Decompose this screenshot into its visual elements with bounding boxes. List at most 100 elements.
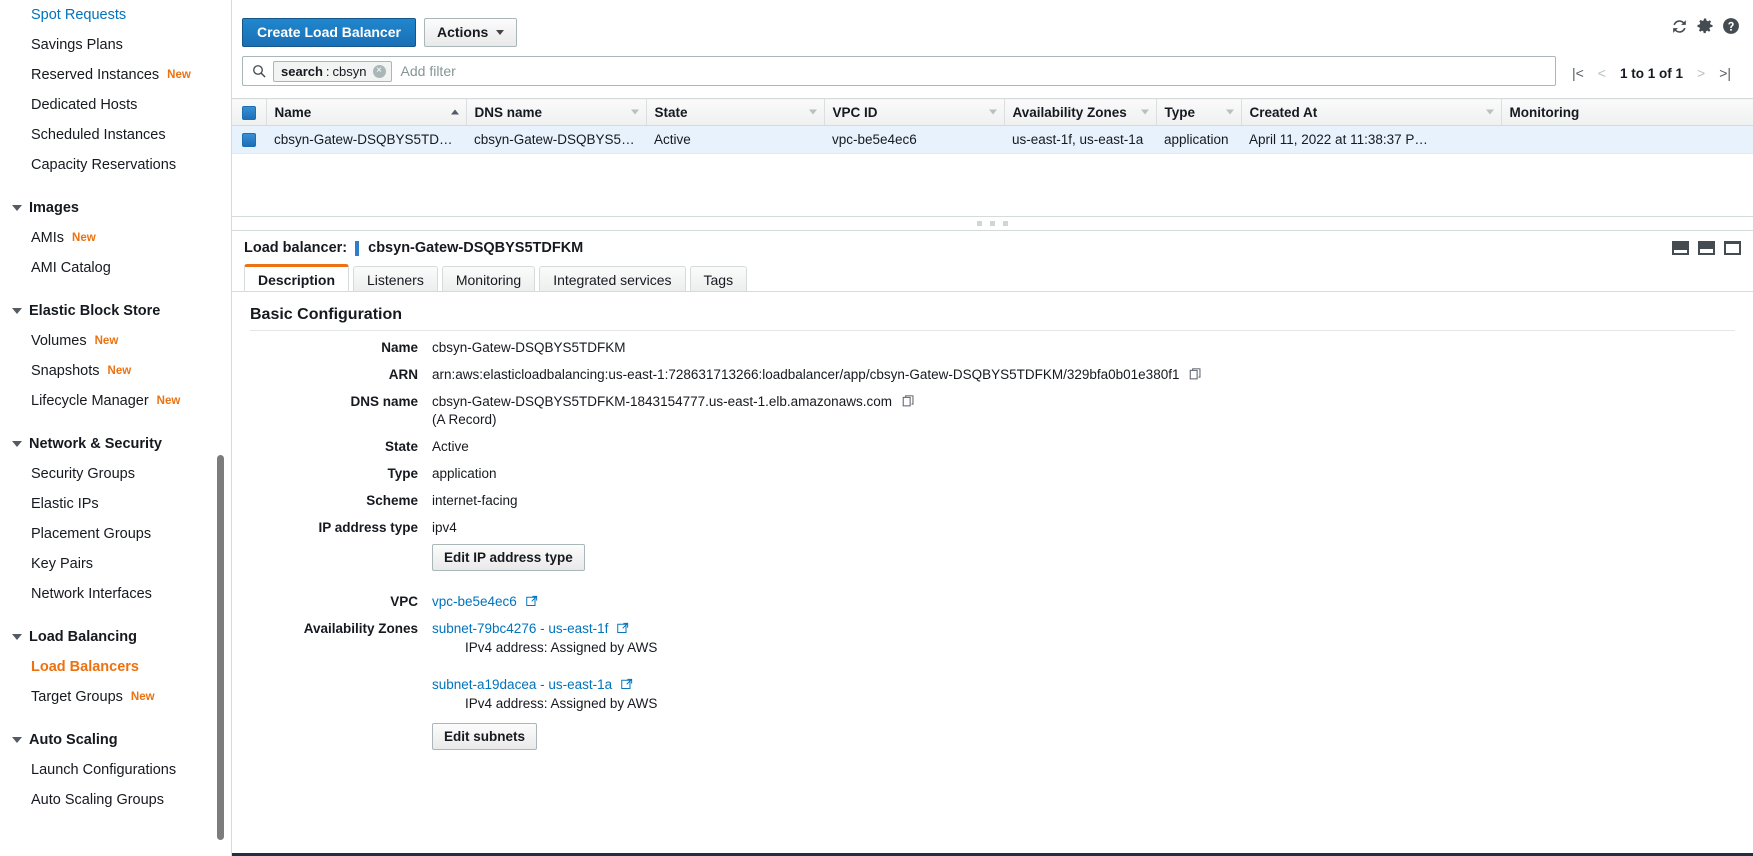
column-header-label: Availability Zones bbox=[1012, 104, 1127, 120]
column-header-availability-zones[interactable]: Availability Zones bbox=[1003, 98, 1156, 126]
refresh-icon[interactable] bbox=[1670, 17, 1689, 36]
copy-icon[interactable] bbox=[902, 394, 915, 408]
field-label-vpc: VPC bbox=[390, 594, 418, 609]
actions-button[interactable]: Actions bbox=[423, 17, 518, 47]
sidebar-item-elastic-ips[interactable]: Elastic IPs bbox=[0, 489, 231, 519]
sidebar-item-placement-groups[interactable]: Placement Groups bbox=[0, 519, 231, 549]
subnet-link-2[interactable]: subnet-a19dacea - us-east-1a bbox=[432, 677, 612, 692]
column-header-type[interactable]: Type bbox=[1155, 98, 1241, 126]
sidebar-group-elastic-block-store[interactable]: Elastic Block Store bbox=[0, 296, 231, 326]
sidebar-item-key-pairs[interactable]: Key Pairs bbox=[0, 549, 231, 579]
table-row[interactable]: cbsyn-Gatew-DSQBYS5TDF… cbsyn-Gatew-DSQBY… bbox=[232, 125, 1753, 154]
sidebar-group-label: Load Balancing bbox=[29, 629, 137, 645]
cell-vpc: vpc-be5e4ec6 bbox=[824, 125, 1004, 154]
external-link-icon[interactable] bbox=[617, 622, 629, 634]
tab-tags[interactable]: Tags bbox=[689, 266, 748, 292]
sidebar-group-label: Elastic Block Store bbox=[29, 303, 161, 319]
sort-descending-icon[interactable] bbox=[808, 109, 817, 115]
sidebar-item-label: Reserved Instances bbox=[31, 67, 160, 83]
sidebar-item-target-groups[interactable]: Target Groups New bbox=[0, 682, 231, 712]
vpc-link[interactable]: vpc-be5e4ec6 bbox=[432, 594, 517, 609]
sort-descending-icon[interactable] bbox=[1485, 109, 1494, 115]
sidebar-item-amis[interactable]: AMIs New bbox=[0, 223, 231, 253]
cell-azs: us-east-1f, us-east-1a bbox=[1004, 125, 1156, 154]
sidebar-item-lifecycle-manager[interactable]: Lifecycle Manager New bbox=[0, 386, 231, 416]
column-header-vpc-id[interactable]: VPC ID bbox=[823, 98, 1004, 126]
edit-subnets-button[interactable]: Edit subnets bbox=[432, 723, 538, 750]
sidebar-group-images[interactable]: Images bbox=[0, 193, 231, 223]
pagination-first-button[interactable]: |< bbox=[1572, 65, 1584, 81]
pagination-last-button[interactable]: >| bbox=[1719, 65, 1731, 81]
sidebar-item-dedicated-hosts[interactable]: Dedicated Hosts bbox=[0, 90, 231, 120]
help-icon[interactable] bbox=[1721, 16, 1741, 36]
pagination-prev-button[interactable]: < bbox=[1598, 65, 1606, 81]
column-header-dns-name[interactable]: DNS name bbox=[465, 98, 646, 126]
pagination: |< < 1 to 1 of 1 > >| bbox=[1556, 56, 1743, 90]
caret-down-icon bbox=[12, 441, 22, 447]
sidebar-scrollbar-thumb[interactable] bbox=[217, 455, 224, 840]
sort-ascending-icon[interactable] bbox=[450, 109, 459, 115]
gear-icon[interactable] bbox=[1695, 16, 1715, 36]
sidebar-item-security-groups[interactable]: Security Groups bbox=[0, 459, 231, 489]
sort-descending-icon[interactable] bbox=[1225, 109, 1234, 115]
search-filter-input[interactable]: search : cbsyn × Add filter bbox=[242, 56, 1556, 86]
external-link-icon[interactable] bbox=[621, 678, 633, 690]
panel-bottom-medium-icon[interactable] bbox=[1698, 241, 1715, 255]
search-icon bbox=[253, 65, 266, 78]
column-header-created-at[interactable]: Created At bbox=[1240, 98, 1501, 126]
filter-token-key: search bbox=[281, 63, 323, 79]
column-header-monitoring[interactable]: Monitoring bbox=[1500, 98, 1753, 126]
filter-token-search[interactable]: search : cbsyn × bbox=[273, 60, 392, 82]
sort-descending-icon[interactable] bbox=[1140, 109, 1149, 115]
resize-dot-icon bbox=[1003, 221, 1008, 226]
sidebar-item-capacity-reservations[interactable]: Capacity Reservations bbox=[0, 150, 231, 180]
sidebar-item-reserved-instances[interactable]: Reserved Instances New bbox=[0, 60, 231, 90]
panel-bottom-large-icon[interactable] bbox=[1724, 241, 1741, 255]
copy-icon[interactable] bbox=[1189, 367, 1202, 381]
new-badge: New bbox=[130, 691, 155, 703]
table-body: cbsyn-Gatew-DSQBYS5TDF… cbsyn-Gatew-DSQBY… bbox=[232, 125, 1753, 154]
tab-monitoring[interactable]: Monitoring bbox=[441, 266, 536, 292]
field-label-name: Name bbox=[381, 340, 418, 355]
subnet-2-ipv4: IPv4 address: Assigned by AWS bbox=[465, 696, 658, 711]
sidebar-group-auto-scaling[interactable]: Auto Scaling bbox=[0, 725, 231, 755]
sidebar-item-spot-requests[interactable]: Spot Requests bbox=[0, 0, 231, 30]
sort-descending-icon[interactable] bbox=[988, 109, 997, 115]
row-checkbox[interactable] bbox=[242, 133, 256, 148]
subnet-link-1[interactable]: subnet-79bc4276 - us-east-1f bbox=[432, 621, 608, 636]
edit-ip-address-type-button[interactable]: Edit IP address type bbox=[432, 544, 585, 571]
panel-bottom-small-icon[interactable] bbox=[1672, 241, 1689, 255]
select-all-checkbox[interactable] bbox=[241, 105, 256, 120]
field-value-scheme: internet-facing bbox=[432, 493, 518, 508]
sidebar-item-label: Spot Requests bbox=[31, 7, 127, 23]
sidebar-item-snapshots[interactable]: Snapshots New bbox=[0, 356, 231, 386]
close-icon[interactable]: × bbox=[372, 64, 386, 78]
tab-description[interactable]: Description bbox=[244, 264, 350, 292]
sidebar-item-auto-scaling-groups[interactable]: Auto Scaling Groups bbox=[0, 785, 231, 815]
tab-listeners[interactable]: Listeners bbox=[353, 266, 438, 292]
sort-descending-icon[interactable] bbox=[630, 109, 639, 115]
sidebar-group-load-balancing[interactable]: Load Balancing bbox=[0, 622, 231, 652]
sidebar-item-network-interfaces[interactable]: Network Interfaces bbox=[0, 579, 231, 609]
main-content: Create Load Balancer Actions search: cb… bbox=[232, 0, 1753, 856]
sidebar-item-ami-catalog[interactable]: AMI Catalog bbox=[0, 253, 231, 283]
row-select-cell[interactable] bbox=[232, 125, 266, 154]
create-load-balancer-button[interactable]: Create Load Balancer bbox=[242, 17, 416, 47]
chevron-down-icon bbox=[496, 29, 505, 35]
column-header-label: DNS name bbox=[474, 104, 543, 120]
external-link-icon[interactable] bbox=[525, 595, 538, 607]
column-header-name[interactable]: Name bbox=[265, 98, 466, 126]
panel-resize-handle[interactable] bbox=[232, 216, 1753, 230]
sidebar-item-launch-configurations[interactable]: Launch Configurations bbox=[0, 755, 231, 785]
detail-tabs: Description Listeners Monitoring Integrated… bbox=[232, 264, 1753, 292]
sidebar-item-scheduled-instances[interactable]: Scheduled Instances bbox=[0, 120, 231, 150]
sidebar-item-volumes[interactable]: Volumes New bbox=[0, 326, 231, 356]
sidebar-item-savings-plans[interactable]: Savings Plans bbox=[0, 30, 231, 60]
select-all-header[interactable] bbox=[232, 98, 266, 126]
sidebar-item-load-balancers[interactable]: Load Balancers bbox=[0, 652, 231, 682]
caret-down-icon bbox=[12, 737, 22, 743]
sidebar-group-network-security[interactable]: Network & Security bbox=[0, 429, 231, 459]
column-header-state[interactable]: State bbox=[645, 98, 824, 126]
pagination-next-button[interactable]: > bbox=[1697, 65, 1705, 81]
tab-integrated-services[interactable]: Integrated services bbox=[539, 266, 686, 292]
